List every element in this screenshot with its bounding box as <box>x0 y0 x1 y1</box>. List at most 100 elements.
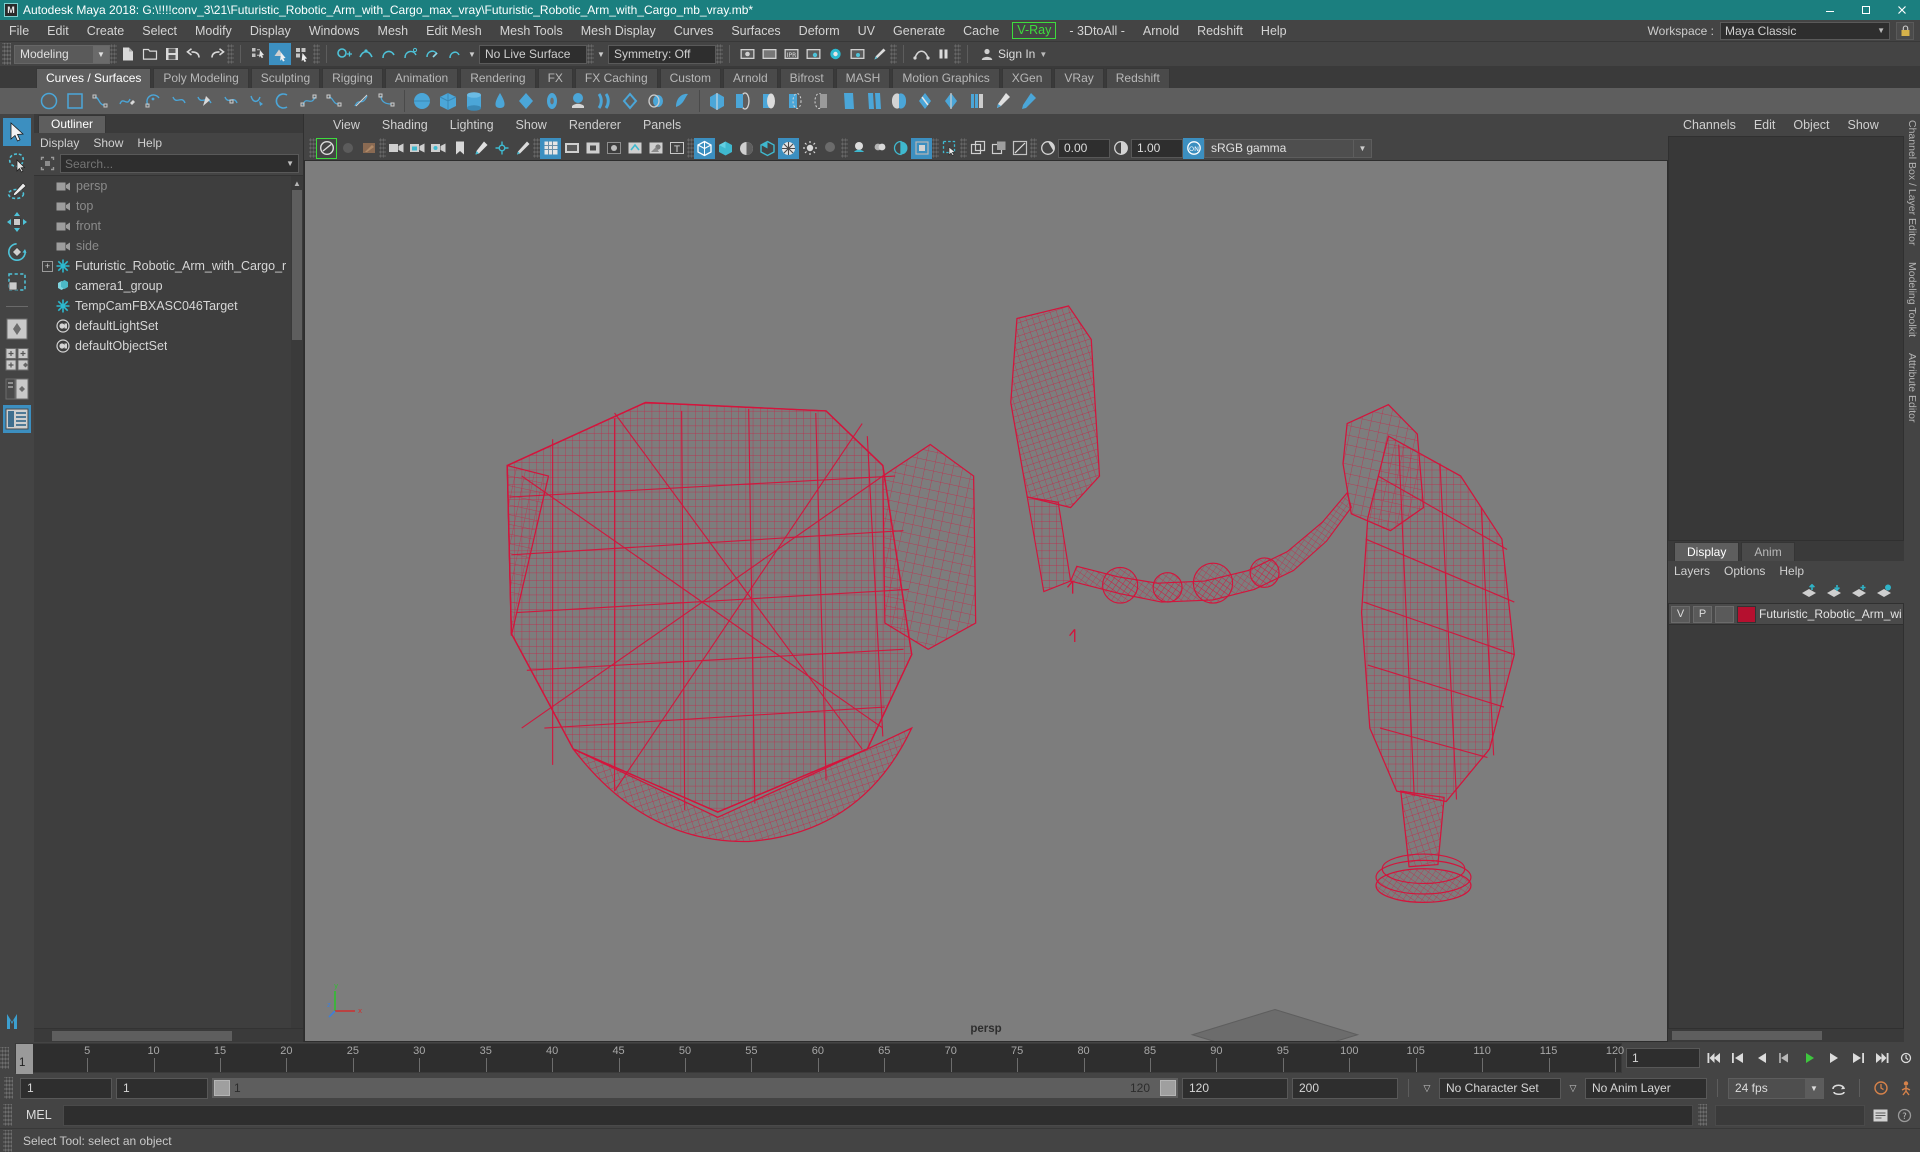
shelf-tab-rigging[interactable]: Rigging <box>322 68 383 88</box>
lock-camera-icon[interactable] <box>407 138 428 159</box>
project-curve-icon[interactable] <box>730 88 756 114</box>
character-preferences-icon[interactable] <box>1895 1078 1916 1099</box>
help-icon[interactable]: ? <box>1894 1105 1915 1126</box>
resolution-gate-icon[interactable] <box>582 138 603 159</box>
nurbs-cube-icon[interactable] <box>435 88 461 114</box>
menu-redshift[interactable]: Redshift <box>1188 20 1252 42</box>
channelbox-menu-object[interactable]: Object <box>1784 118 1838 132</box>
single-perspective-layout-icon[interactable] <box>3 315 31 343</box>
play-forwards-icon[interactable] <box>1799 1048 1820 1069</box>
snap-to-grid-icon[interactable] <box>333 43 355 65</box>
layer-color-swatch[interactable] <box>1737 605 1756 623</box>
side-tab-modeling-toolkit[interactable]: Modeling Toolkit <box>1906 262 1918 337</box>
camera-settings-icon[interactable] <box>428 138 449 159</box>
chevron-down-icon[interactable]: ▼ <box>1354 138 1372 158</box>
move-layer-up-icon[interactable] <box>1801 583 1817 601</box>
gamma-icon[interactable] <box>1110 138 1131 159</box>
go-to-start-icon[interactable] <box>1703 1048 1724 1069</box>
shelf-tab-redshift[interactable]: Redshift <box>1105 68 1170 88</box>
shelf-tab-rendering[interactable]: Rendering <box>460 68 536 88</box>
chevron-down-icon[interactable]: ▼ <box>286 159 294 168</box>
snap-to-view-plane-icon[interactable] <box>421 43 443 65</box>
viewport-menu-shading[interactable]: Shading <box>371 118 439 132</box>
sign-in-button[interactable]: Sign In ▼ <box>974 44 1053 64</box>
layer-horizontal-scrollbar[interactable] <box>1668 1029 1904 1042</box>
minimize-button[interactable] <box>1812 0 1848 20</box>
camera-attributes-icon[interactable] <box>386 138 407 159</box>
snap-options-arrow-icon[interactable]: ▼ <box>465 44 479 64</box>
outliner-item-front[interactable]: front <box>34 216 303 236</box>
attach-curves-icon[interactable] <box>322 88 348 114</box>
menu-windows[interactable]: Windows <box>300 20 369 42</box>
scale-tool-icon[interactable] <box>3 268 31 296</box>
command-language-label[interactable]: MEL <box>20 1108 58 1122</box>
render-sequence-icon[interactable]: IPR <box>780 43 802 65</box>
move-tool-icon[interactable] <box>3 208 31 236</box>
viewport-menu-lighting[interactable]: Lighting <box>439 118 505 132</box>
symmetry-arrow-icon[interactable]: ▼ <box>594 44 608 64</box>
menu-set-combo[interactable]: Modeling ▼ <box>14 44 110 64</box>
outliner-menu-show[interactable]: Show <box>93 136 131 150</box>
select-camera-icon[interactable] <box>316 137 337 159</box>
scrollbar-thumb[interactable] <box>292 190 302 340</box>
layer-menu-layers[interactable]: Layers <box>1674 564 1719 578</box>
menu-help[interactable]: Help <box>1252 20 1296 42</box>
layer-tab-anim[interactable]: Anim <box>1741 542 1795 561</box>
channelbox-menu-show[interactable]: Show <box>1839 118 1888 132</box>
save-scene-icon[interactable] <box>161 43 183 65</box>
outliner-tree[interactable]: persp top front side + Futuristic_Roboti… <box>34 175 303 1028</box>
outliner-menu-display[interactable]: Display <box>40 136 87 150</box>
select-by-object-type-icon[interactable] <box>269 43 291 65</box>
boundary-surface-icon[interactable] <box>296 88 322 114</box>
render-settings-icon[interactable] <box>802 43 824 65</box>
cut-curve-icon[interactable] <box>348 88 374 114</box>
align-surfaces-icon[interactable] <box>886 88 912 114</box>
undo-icon[interactable] <box>183 43 205 65</box>
go-to-end-icon[interactable] <box>1871 1048 1892 1069</box>
commandline-splitter[interactable] <box>1698 1104 1707 1126</box>
paint-select-tool-icon[interactable] <box>3 178 31 206</box>
birail-icon[interactable] <box>270 88 296 114</box>
menu-vray[interactable]: V-Ray <box>1012 22 1057 39</box>
shelf-tab-fx-caching[interactable]: FX Caching <box>574 68 658 88</box>
ep-curve-tool-icon[interactable] <box>88 88 114 114</box>
workspace-lock-button[interactable] <box>1896 21 1914 40</box>
persp-outliner-layout-icon[interactable] <box>3 375 31 403</box>
command-input-field[interactable] <box>62 1104 1693 1126</box>
viewport-menu-view[interactable]: View <box>322 118 371 132</box>
channel-box-content[interactable] <box>1668 136 1904 541</box>
menu-generate[interactable]: Generate <box>884 20 954 42</box>
current-frame-field[interactable]: 1 <box>1626 1048 1700 1068</box>
range-start-handle[interactable] <box>214 1080 230 1096</box>
menu-modify[interactable]: Modify <box>186 20 241 42</box>
nurbs-cone-icon[interactable] <box>487 88 513 114</box>
shelf-tab-motion-graphics[interactable]: Motion Graphics <box>892 68 1000 88</box>
menu-create[interactable]: Create <box>78 20 134 42</box>
surface-editing-icon[interactable] <box>1016 88 1042 114</box>
select-tool-icon[interactable] <box>3 118 31 146</box>
shelf-tab-sculpting[interactable]: Sculpting <box>250 68 321 88</box>
shade-wireframe-icon[interactable] <box>736 138 757 159</box>
symmetry-field[interactable]: Symmetry: Off <box>608 44 716 64</box>
menu-file[interactable]: File <box>0 20 38 42</box>
surface-fillet-icon[interactable] <box>617 88 643 114</box>
menu-3dtoall[interactable]: - 3DtoAll - <box>1060 20 1134 42</box>
outliner-item-default-light-set[interactable]: defaultLightSet <box>34 316 303 336</box>
pencil-curve-tool-icon[interactable] <box>114 88 140 114</box>
exposure-field[interactable]: 0.00 <box>1058 138 1110 158</box>
open-close-surfaces-icon[interactable] <box>912 88 938 114</box>
bookmark-icon[interactable] <box>449 138 470 159</box>
animation-preferences-icon[interactable] <box>1895 1048 1916 1069</box>
select-by-hierarchy-icon[interactable] <box>247 43 269 65</box>
expand-toggle-icon[interactable]: + <box>42 260 53 272</box>
menu-mesh[interactable]: Mesh <box>369 20 418 42</box>
animation-start-time-field[interactable]: 1 <box>20 1077 112 1099</box>
close-button[interactable] <box>1884 0 1920 20</box>
channelbox-menu-edit[interactable]: Edit <box>1745 118 1785 132</box>
create-empty-layer-icon[interactable] <box>1851 584 1867 601</box>
paint-tool-icon[interactable] <box>512 138 533 159</box>
timeslider-gripper[interactable] <box>0 1047 9 1069</box>
film-gate-icon[interactable] <box>561 138 582 159</box>
playback-pause-icon[interactable] <box>932 43 954 65</box>
nurbs-circle-icon[interactable] <box>36 88 62 114</box>
